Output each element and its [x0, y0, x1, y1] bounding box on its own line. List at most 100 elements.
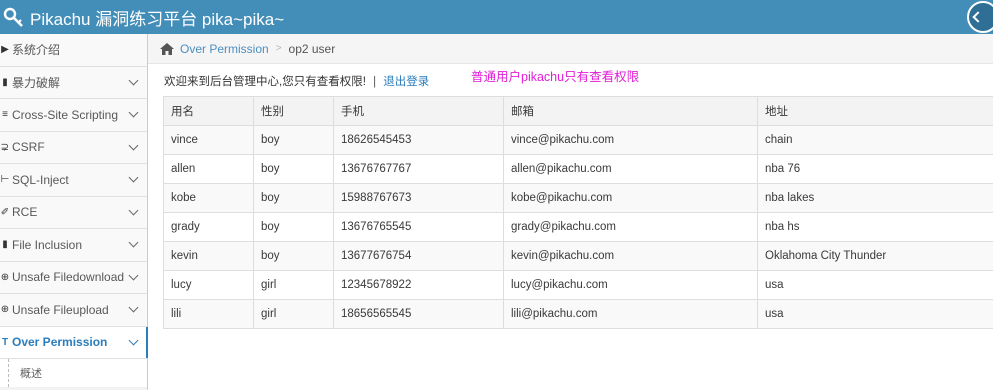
sidebar-item-icon: ▮	[2, 76, 8, 88]
sidebar-subitem[interactable]: 概述	[0, 359, 147, 387]
table-header-row: 用名 性别 手机 邮箱 地址	[163, 96, 993, 126]
chevron-down-icon[interactable]	[128, 237, 139, 248]
sidebar-item-label: Over Permission	[12, 335, 108, 350]
table-cell: kobe	[163, 183, 254, 213]
sidebar-item-unsafe-filedownload[interactable]: ⊕ Unsafe Filedownload	[0, 261, 147, 294]
sidebar-item-label: File Inclusion	[12, 237, 83, 252]
brand[interactable]: Pikachu 漏洞练习平台 pika~pika~	[2, 4, 284, 30]
table-row: vince boy 18626545453 vince@pikachu.com chai…	[163, 125, 993, 155]
sidebar-item-icon: ⊋	[0, 141, 10, 153]
sidebar-item-rce[interactable]: ✐ RCE	[0, 196, 147, 229]
welcome-line: 欢迎来到后台管理中心,您只有查看权限! | 退出登录	[164, 73, 429, 89]
sidebar-item-icon: ▮	[2, 239, 8, 251]
sidebar-item-file-inclusion[interactable]: ▮ File Inclusion	[0, 229, 147, 262]
user-table: 用名 性别 手机 邮箱 地址 vince boy 18626545453 vince@pika…	[163, 96, 993, 329]
table-row: kevin boy 13677676754 kevin@pikachu.com Okla…	[163, 241, 993, 271]
sidebar-item-icon: ⊕	[0, 304, 10, 316]
table-cell: kevin	[163, 241, 254, 271]
sidebar-item-label: Cross-Site Scripting	[12, 107, 119, 122]
table-row: allen boy 13676767767 allen@pikachu.com nba …	[163, 154, 993, 184]
sidebar-item-label: 系统介绍	[12, 43, 61, 58]
chevron-down-icon[interactable]	[128, 140, 139, 150]
table-cell: chain	[757, 125, 993, 155]
sidebar-item-label: RCE	[12, 205, 38, 220]
sidebar-submenu: 概述	[0, 359, 147, 387]
welcome-separator: |	[373, 76, 377, 88]
logout-link[interactable]: 退出登录	[383, 76, 429, 88]
table-cell: usa	[757, 299, 993, 329]
breadcrumb-separator-icon: >	[275, 43, 282, 54]
table-cell: 13676765545	[333, 212, 504, 242]
column-header: 手机	[333, 96, 504, 126]
sidebar-item-icon: ✐	[0, 206, 10, 218]
chevron-down-icon[interactable]	[128, 302, 139, 313]
table-cell: boy	[253, 154, 334, 184]
table-cell: boy	[253, 212, 334, 242]
table-cell: vince	[163, 125, 254, 155]
chevron-down-icon[interactable]	[128, 75, 139, 85]
sidebar-item-label: SQL-Inject	[12, 172, 69, 187]
table-cell: 12345678922	[333, 270, 504, 300]
table-cell: lili	[163, 299, 254, 329]
table-cell: grady	[163, 212, 254, 242]
sidebar-item-csrf[interactable]: ⊋ CSRF	[0, 131, 147, 164]
sidebar-item-icon: ≡	[2, 109, 8, 121]
welcome-text: 欢迎来到后台管理中心,您只有查看权限!	[164, 76, 366, 88]
table-cell: 18626545453	[333, 125, 504, 155]
avatar[interactable]	[967, 1, 993, 33]
table-cell: nba 76	[757, 154, 993, 184]
table-row: grady boy 13676765545 grady@pikachu.com nba …	[163, 212, 993, 242]
table-cell: boy	[253, 125, 334, 155]
sidebar: ▶ 系统介绍 ▮ 暴力破解 ≡ Cross-Site Scripting ⊋ CSRF ⊢ SQL…	[0, 34, 148, 390]
sidebar-item-[interactable]: ▶ 系统介绍	[0, 34, 147, 67]
table-cell: 13676767767	[333, 154, 504, 184]
table-cell: girl	[253, 299, 334, 329]
table-row: lucy girl 12345678922 lucy@pikachu.com usa	[163, 270, 993, 300]
sidebar-item-over-permission[interactable]: T Over Permission	[0, 326, 148, 359]
sidebar-item-cross-site-scripting[interactable]: ≡ Cross-Site Scripting	[0, 99, 147, 132]
column-header: 邮箱	[503, 96, 758, 126]
sidebar-item-label: Unsafe Fileupload	[12, 302, 109, 317]
chevron-down-icon[interactable]	[128, 205, 139, 215]
chevron-down-icon[interactable]	[128, 335, 139, 345]
table-cell: nba lakes	[757, 183, 993, 213]
table-cell: 13677676754	[333, 241, 504, 271]
table-cell: lili@pikachu.com	[503, 299, 758, 329]
sidebar-item-unsafe-fileupload[interactable]: ⊕ Unsafe Fileupload	[0, 294, 147, 327]
sidebar-item-label: Unsafe Filedownload	[12, 270, 125, 285]
table-row: lili girl 18656565545 lili@pikachu.com usa	[163, 299, 993, 329]
sidebar-item-icon: T	[1, 336, 9, 348]
table-row: kobe boy 15988767673 kobe@pikachu.com nba la…	[163, 183, 993, 213]
table-cell: boy	[253, 241, 334, 271]
chevron-down-icon[interactable]	[128, 172, 139, 183]
table-cell: girl	[253, 270, 334, 300]
table-cell: allen@pikachu.com	[503, 154, 758, 184]
chevron-down-icon[interactable]	[128, 107, 139, 118]
column-header: 地址	[757, 96, 993, 126]
top-navbar: Pikachu 漏洞练习平台 pika~pika~	[0, 0, 993, 34]
column-header: 用名	[163, 96, 254, 126]
column-header: 性别	[253, 96, 334, 126]
sidebar-nav: ▶ 系统介绍 ▮ 暴力破解 ≡ Cross-Site Scripting ⊋ CSRF ⊢ SQL…	[0, 34, 148, 359]
breadcrumb-current: op2 user	[288, 41, 336, 56]
table-cell: vince@pikachu.com	[503, 125, 758, 155]
sidebar-item-label: CSRF	[12, 140, 45, 155]
table-cell: lucy	[163, 270, 254, 300]
table-cell: grady@pikachu.com	[503, 212, 758, 242]
breadcrumb: Over Permission > op2 user	[148, 34, 993, 64]
sidebar-item-icon: ⊢	[0, 174, 10, 186]
table-cell: nba hs	[757, 212, 993, 242]
sidebar-item-[interactable]: ▮ 暴力破解	[0, 66, 147, 99]
table-cell: lucy@pikachu.com	[503, 270, 758, 300]
table-cell: boy	[253, 183, 334, 213]
table-cell: 18656565545	[333, 299, 504, 329]
sidebar-item-label: 暴力破解	[12, 75, 61, 90]
table-body: vince boy 18626545453 vince@pikachu.com chai…	[163, 125, 993, 329]
home-icon	[160, 42, 174, 55]
table-cell: usa	[757, 270, 993, 300]
chevron-down-icon[interactable]	[128, 270, 139, 280]
table-cell: kevin@pikachu.com	[503, 241, 758, 271]
sidebar-item-sql-inject[interactable]: ⊢ SQL-Inject	[0, 164, 147, 197]
table-cell: 15988767673	[333, 183, 504, 213]
breadcrumb-link-over-permission[interactable]: Over Permission	[180, 42, 269, 56]
